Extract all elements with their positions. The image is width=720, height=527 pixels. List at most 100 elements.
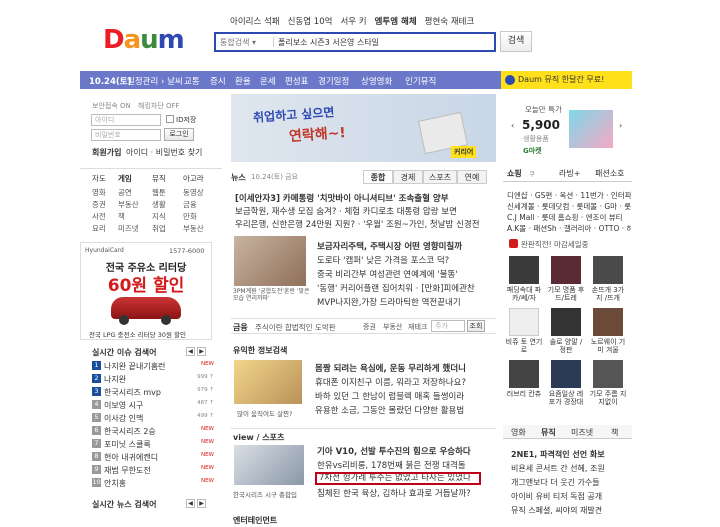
media-line[interactable]: 비욘세 콘서트 간 선혜, 조원 [511,463,605,474]
media-tab[interactable]: 뮤직 [541,427,556,438]
cat-link[interactable]: 미즈넷 [118,223,139,234]
cat-link[interactable]: 책 [118,211,125,222]
news-headline[interactable]: 도로타 '캠퍼' 낮은 가격을 포스코 덕? [317,254,493,266]
shopping-tab[interactable]: 쇼핑 [507,168,522,179]
nav-item[interactable]: 증시 [210,75,226,87]
news-tab[interactable]: 스포츠 [423,170,457,184]
finance-tag[interactable]: 재테크 [408,322,427,332]
cat-link[interactable]: 웹툰 [152,187,166,198]
nav-item[interactable]: 환율 [235,75,251,87]
issue-item[interactable]: 8 현아 내귀에캔디 NEW [92,452,220,463]
nav-item[interactable]: 교통 [184,75,200,87]
sports-line[interactable]: 기아 V10, 선발 투수진의 힘으로 우승하다 [317,445,493,457]
shopping-links[interactable]: A.K몰 · 패션Sh · 갤러리아 · OTTO · 하프클럽 [507,223,631,234]
career-ad-banner[interactable]: 취업하고 싶으면 연락해~! 커리어 [231,94,496,162]
today-deal-panel[interactable]: 오늘만 특가 ‹ 5,900 생활용품 G마켓 › [503,94,632,164]
search-input[interactable]: 통합검색 ▾ 폴리보소 시즌3 서은영 스타일 [214,32,496,52]
product-item[interactable]: 비쥬 토 연기로 [505,308,543,354]
cat-link[interactable]: 취업 [152,223,166,234]
save-id-checkbox[interactable] [166,115,174,123]
daum-logo[interactable]: Daum [103,26,189,54]
cat-tab[interactable]: 자도 [92,173,106,184]
next-arrow-icon[interactable]: ▶ [197,347,206,356]
stock-search-button[interactable]: 조회 [467,320,485,332]
news-headline[interactable]: [이세안자3] 카메통령 '치맛바이 아니셔티브' 조속출혈 양부 [235,192,497,204]
cat-link[interactable]: 공연 [118,187,132,198]
prev-arrow-icon[interactable]: ◀ [186,347,195,356]
news-headline[interactable]: 중국 비리간부 여성관련 연예계에 '불똥' [317,268,493,280]
sports-thumbnail[interactable] [234,445,304,485]
shopping-tab[interactable]: 쿠 [529,168,535,178]
cat-link[interactable]: 금융 [183,199,197,210]
news-headline[interactable]: 보금학원, 재수생 모집 숨겨? · 체험 카디로초 대통령 압랑 보면 [235,205,497,217]
media-tab[interactable]: 책 [611,427,618,438]
top-link[interactable]: 아이리스 석패 [230,15,280,27]
cat-link[interactable]: 부동산 [183,223,204,234]
info-line[interactable]: 몸짱 되려는 욕심에, 운동 무리하게 했더니 [315,362,493,374]
cat-link[interactable]: 동영상 [183,187,204,198]
product-item[interactable]: 요즘일상 레포가 경장대 [547,360,585,406]
news-tab[interactable]: 연예 [457,170,487,184]
info-line[interactable]: 휴대폰 이지친구 이름, 워라고 저장하나요? [315,376,493,388]
cat-link[interactable]: 부동산 [118,199,139,210]
hyundai-card-ad[interactable]: HyundaiCard 1577-6000 전국 주유소 리터당 60원 할인 … [80,242,212,340]
issue-item[interactable]: 4 이보영 시구 487 ↑ [92,400,220,411]
media-tab[interactable]: 영화 [511,427,526,438]
news-headline[interactable]: MVP나지완,가장 드라마틱한 역전끝내기 [317,296,493,308]
cat-tab[interactable]: 아고라 [183,173,204,184]
secure-login-toggle[interactable]: 보안접속 ON [92,101,131,111]
sports-line-highlighted[interactable]: 7차전 헝가레 투수는 없었고 타자는 있었다 [315,472,481,485]
product-item[interactable]: 솔로 양말 /정판 [547,308,585,354]
nav-item[interactable]: 상영영화 [361,75,392,87]
shopping-links[interactable]: 디엔샵 · GS편 · 옥션 · 11번가 · 인터파크 [507,190,631,201]
media-line[interactable]: 아이비 유비 티저 독점 공개 [511,491,602,502]
info-line[interactable]: 유용한 소금, 그동안 몰랐던 다양한 활용법 [315,404,493,416]
product-item[interactable]: 패딩속대 파카/쎄/자 [505,256,543,302]
shopping-links[interactable]: 신세계몰 · 롯데닷컴 · 롯데몰 · G마 · 롯 · 마 · Hmall [507,201,631,212]
shopping-tab[interactable]: 패션소호 [595,168,624,179]
search-button[interactable]: 검색 [500,31,532,52]
media-line[interactable]: 개그맨보다 더 웃긴 가수들 [511,477,600,488]
login-button[interactable]: 로그인 [164,128,194,141]
info-line[interactable]: 바하 있던 그 한남이 럼블렉 매혹 들썽이라 [315,390,493,402]
cat-tab[interactable]: 뮤직 [152,173,166,184]
sports-line[interactable]: 한유vs리비롱, 178번째 붉은 전쟁 대격돌 [317,459,493,471]
issue-item[interactable]: 3 한국시리즈 mvp 979 ↑ [92,387,220,398]
shopping-notice[interactable]: 완판직전! 마감세일중 [521,239,589,250]
issue-item[interactable]: 9 재범 무한도전 NEW [92,465,220,476]
product-item[interactable]: 노르웨이 기미 겨울 [589,308,627,354]
cat-link[interactable]: 만화 [183,211,197,222]
id-input[interactable]: 아이디 [91,114,161,126]
cat-link[interactable]: 영화 [92,187,106,198]
nav-item[interactable]: 운세 [260,75,276,87]
sports-line[interactable]: 침체된 한국 육상, 김하나 효과로 거듭날까? [317,487,493,499]
join-link[interactable]: 회원가입 [92,147,121,158]
next-arrow-icon[interactable]: › [619,121,622,130]
stock-search-input[interactable]: 주가 [431,320,465,332]
nav-item[interactable]: 편성표 [285,75,308,87]
cat-link[interactable]: 사전 [92,211,106,222]
issue-item[interactable]: 6 한국시리즈 2승 NEW [92,426,220,437]
issue-item[interactable]: 1 나지완 끝내기홈런 NEW [92,361,220,372]
nav-item[interactable]: 인기뮤직 [405,75,436,87]
info-thumbnail[interactable] [234,360,302,404]
keyboard-security-toggle[interactable]: 해킹차단 OFF [138,101,180,111]
issue-item[interactable]: 2 나지완 999 ↑ [92,374,220,385]
cat-link[interactable]: 요리 [92,223,106,234]
prev-arrow-icon[interactable]: ‹ [511,121,514,130]
finance-tag[interactable]: 부동산 [383,322,402,332]
media-line[interactable]: 뮤직 스페셜, 씨야의 재발견 [511,505,602,516]
next-arrow-icon[interactable]: ▶ [197,499,206,508]
nav-item[interactable]: 일정관리 › 날씨 [127,75,183,87]
search-category-select[interactable]: 통합검색 ▾ [220,37,256,48]
issue-item[interactable]: 10 안치홍 NEW [92,478,220,489]
news-headline[interactable]: 우리은행, 신한은행 24만원 지원? · '우월' 조원~가인, 첫날밤 신경… [235,218,497,230]
news-tab[interactable]: 종합 [363,170,393,184]
music-promo-banner[interactable]: Daum 뮤직 한달간 무료! [501,71,632,89]
finance-tab[interactable]: 금융 [233,322,248,333]
cat-link[interactable]: 생활 [152,199,166,210]
find-account-link[interactable]: 아이디 · 비밀번호 찾기 [126,147,202,158]
product-item[interactable]: 기모 명품 후드/트레 [547,256,585,302]
news-headline[interactable]: '동행' 커리어플랜 집어치워 · [만화]피에관찬 [317,282,493,294]
cat-link[interactable]: 지식 [152,211,166,222]
